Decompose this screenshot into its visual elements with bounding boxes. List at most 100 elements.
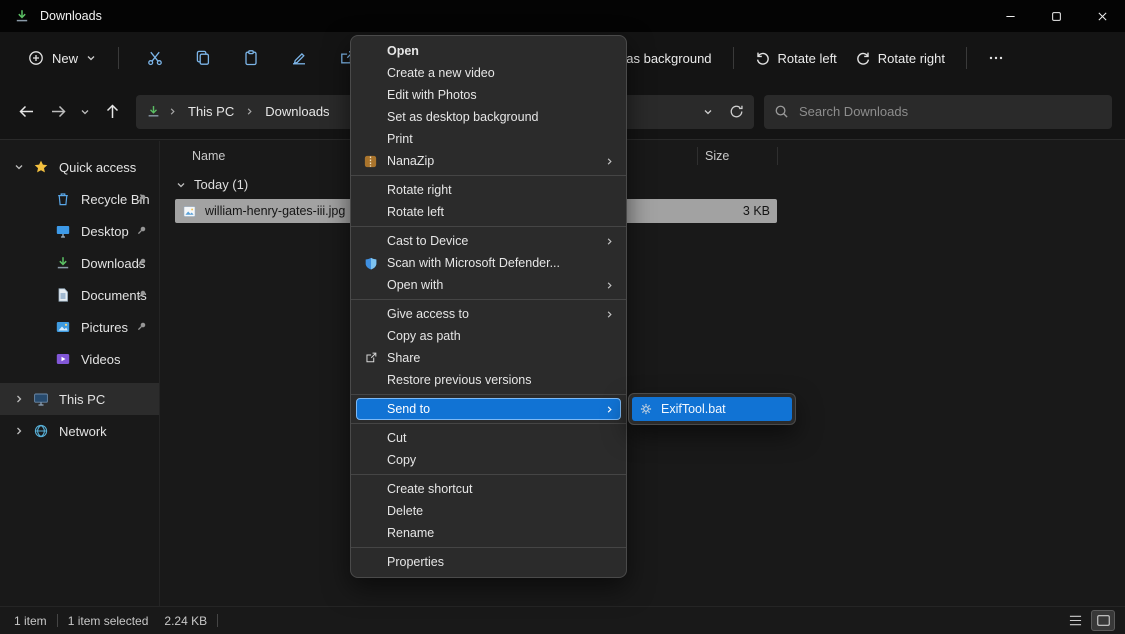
menu-item-rotate-right[interactable]: Rotate right	[351, 179, 626, 201]
group-header-today[interactable]: Today (1)	[176, 177, 248, 192]
sidebar-item-this-pc[interactable]: This PC	[0, 383, 159, 415]
menu-item-cut[interactable]: Cut	[351, 427, 626, 449]
thumbnail-view-button[interactable]	[1091, 610, 1115, 631]
chevron-right-icon	[605, 281, 614, 290]
menu-item-rename[interactable]: Rename	[351, 522, 626, 544]
menu-item-give-access-to[interactable]: Give access to	[351, 303, 626, 325]
new-button[interactable]: New	[18, 44, 106, 72]
downloads-folder-icon	[14, 8, 30, 24]
copy-button[interactable]	[179, 40, 227, 76]
menu-item-edit-with-photos[interactable]: Edit with Photos	[351, 84, 626, 106]
menu-item-nanazip[interactable]: NanaZip	[351, 150, 626, 172]
menu-separator	[351, 226, 626, 227]
sidebar-item-network[interactable]: Network	[0, 415, 159, 447]
chevron-right-icon	[605, 310, 614, 319]
sidebar-item-label: Videos	[81, 352, 121, 367]
menu-item-label: Rotate right	[387, 183, 452, 197]
menu-item-create-a-new-video[interactable]: Create a new video	[351, 62, 626, 84]
sidebar-item-label: Desktop	[81, 224, 129, 239]
menu-item-label: Open	[387, 44, 419, 58]
submenu-item-exiftool[interactable]: ExifTool.bat	[632, 397, 792, 421]
close-button[interactable]	[1079, 0, 1125, 32]
chevron-right-icon	[245, 107, 254, 116]
menu-item-label: NanaZip	[387, 154, 434, 168]
forward-button[interactable]	[42, 96, 74, 128]
computer-icon	[32, 391, 50, 407]
menu-item-copy-as-path[interactable]: Copy as path	[351, 325, 626, 347]
rotate-left-button[interactable]: Rotate left	[746, 44, 846, 72]
column-divider[interactable]	[777, 147, 778, 165]
search-input[interactable]	[797, 103, 1102, 120]
menu-item-print[interactable]: Print	[351, 128, 626, 150]
sidebar-item-recycle-bin[interactable]: Recycle Bin	[0, 183, 159, 215]
column-divider[interactable]	[697, 147, 698, 165]
menu-item-label: Send to	[387, 402, 430, 416]
minimize-button[interactable]	[987, 0, 1033, 32]
menu-item-open-with[interactable]: Open with	[351, 274, 626, 296]
back-button[interactable]	[10, 96, 42, 128]
breadcrumb-this-pc[interactable]: This PC	[184, 102, 238, 121]
sidebar-item-label: Network	[59, 424, 107, 439]
group-header-label: Today (1)	[194, 177, 248, 192]
nanazip-icon	[362, 153, 379, 170]
toolbar-divider	[118, 47, 119, 69]
rotate-right-icon	[855, 50, 871, 66]
sidebar-item-documents[interactable]: Documents	[0, 279, 159, 311]
up-button[interactable]	[96, 96, 128, 128]
menu-item-label: Create shortcut	[387, 482, 472, 496]
desktop-icon	[54, 223, 72, 239]
rotate-left-icon	[755, 50, 771, 66]
videos-icon	[54, 351, 72, 367]
star-icon	[32, 159, 50, 175]
rotate-right-button[interactable]: Rotate right	[846, 44, 954, 72]
menu-separator	[351, 175, 626, 176]
search-box[interactable]	[764, 95, 1112, 129]
menu-item-label: Cast to Device	[387, 234, 468, 248]
rename-button[interactable]	[275, 40, 323, 76]
defender-shield-icon	[362, 255, 379, 272]
sidebar-item-pictures[interactable]: Pictures	[0, 311, 159, 343]
menu-item-label: Cut	[387, 431, 406, 445]
refresh-icon[interactable]	[729, 104, 744, 119]
new-button-label: New	[52, 51, 78, 66]
status-selection-size: 2.24 KB	[164, 614, 207, 628]
maximize-button[interactable]	[1033, 0, 1079, 32]
sidebar-item-desktop[interactable]: Desktop	[0, 215, 159, 247]
menu-item-send-to[interactable]: Send to	[356, 398, 621, 420]
menu-item-open[interactable]: Open	[351, 40, 626, 62]
more-options-button[interactable]	[979, 40, 1013, 76]
rotate-left-label: Rotate left	[778, 51, 837, 66]
sidebar-item-quick-access[interactable]: Quick access	[0, 151, 159, 183]
sidebar-item-downloads[interactable]: Downloads	[0, 247, 159, 279]
menu-item-label: Delete	[387, 504, 423, 518]
menu-item-set-as-desktop-background[interactable]: Set as desktop background	[351, 106, 626, 128]
details-view-button[interactable]	[1063, 610, 1087, 631]
plus-circle-icon	[28, 50, 44, 66]
menu-item-delete[interactable]: Delete	[351, 500, 626, 522]
menu-item-cast-to-device[interactable]: Cast to Device	[351, 230, 626, 252]
chevron-right-icon	[168, 107, 177, 116]
sidebar-item-videos[interactable]: Videos	[0, 343, 159, 375]
menu-item-label: Copy	[387, 453, 416, 467]
menu-item-properties[interactable]: Properties	[351, 551, 626, 573]
recent-locations-button[interactable]	[74, 96, 96, 128]
menu-item-scan-with-defender[interactable]: Scan with Microsoft Defender...	[351, 252, 626, 274]
menu-item-label: Edit with Photos	[387, 88, 477, 102]
toolbar-right-group: et as background Rotate left Rotate righ…	[603, 40, 1013, 76]
breadcrumb-downloads[interactable]: Downloads	[261, 102, 333, 121]
menu-item-rotate-left[interactable]: Rotate left	[351, 201, 626, 223]
menu-item-create-shortcut[interactable]: Create shortcut	[351, 478, 626, 500]
menu-item-label: Create a new video	[387, 66, 495, 80]
file-size: 3 KB	[743, 204, 770, 218]
cut-button[interactable]	[131, 40, 179, 76]
address-dropdown-icon[interactable]	[703, 107, 713, 117]
menu-item-share[interactable]: Share	[351, 347, 626, 369]
column-header-size[interactable]: Size	[705, 149, 729, 163]
menu-item-restore-previous-versions[interactable]: Restore previous versions	[351, 369, 626, 391]
column-header-name[interactable]: Name	[192, 149, 225, 163]
caption-buttons	[987, 0, 1125, 32]
chevron-right-icon	[605, 237, 614, 246]
menu-item-copy[interactable]: Copy	[351, 449, 626, 471]
sidebar-item-label: This PC	[59, 392, 105, 407]
paste-button[interactable]	[227, 40, 275, 76]
